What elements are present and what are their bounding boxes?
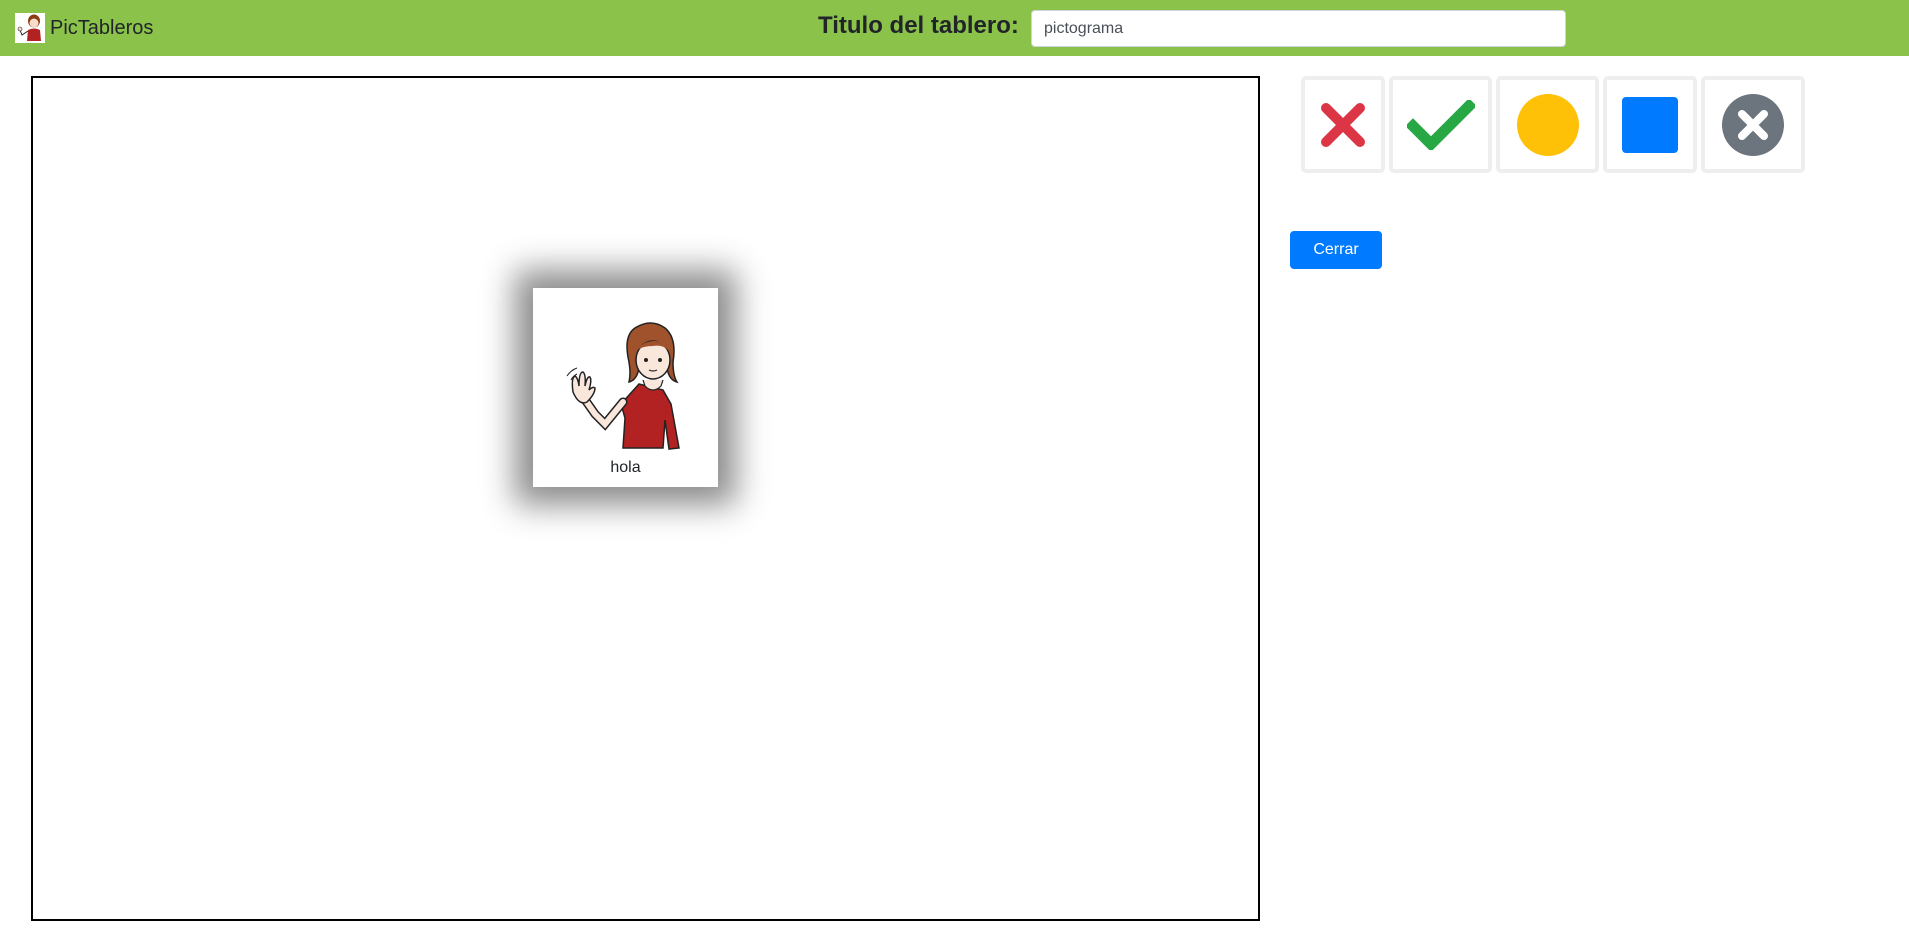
navbar: PicTableros Titulo del tablero: <box>0 0 1909 56</box>
blue-square-icon <box>1622 96 1678 153</box>
brand-link[interactable]: PicTableros <box>15 13 153 43</box>
red-x-icon <box>1321 102 1365 147</box>
girl-waving-hello-icon <box>566 322 680 450</box>
tool-blue-square[interactable] <box>1603 76 1697 173</box>
pictogram-card[interactable]: hola <box>533 288 718 487</box>
tool-yellow-circle[interactable] <box>1496 76 1599 173</box>
tool-gray-circle-x[interactable] <box>1701 76 1805 173</box>
board-canvas[interactable]: hola <box>31 76 1260 921</box>
symbol-toolbar <box>1301 76 1805 173</box>
close-button[interactable]: Cerrar <box>1290 231 1382 269</box>
pictogram-label: hola <box>610 459 641 476</box>
yellow-circle-icon <box>1516 93 1579 156</box>
green-check-icon <box>1406 99 1475 150</box>
board-title-label: Titulo del tablero: <box>818 12 1019 39</box>
girl-waving-logo-icon <box>15 13 45 43</box>
brand-name: PicTableros <box>50 16 154 39</box>
tool-green-check[interactable] <box>1389 76 1492 173</box>
board-title-input[interactable] <box>1031 10 1566 47</box>
tool-red-x[interactable] <box>1301 76 1385 173</box>
gray-circle-x-icon <box>1722 93 1784 156</box>
